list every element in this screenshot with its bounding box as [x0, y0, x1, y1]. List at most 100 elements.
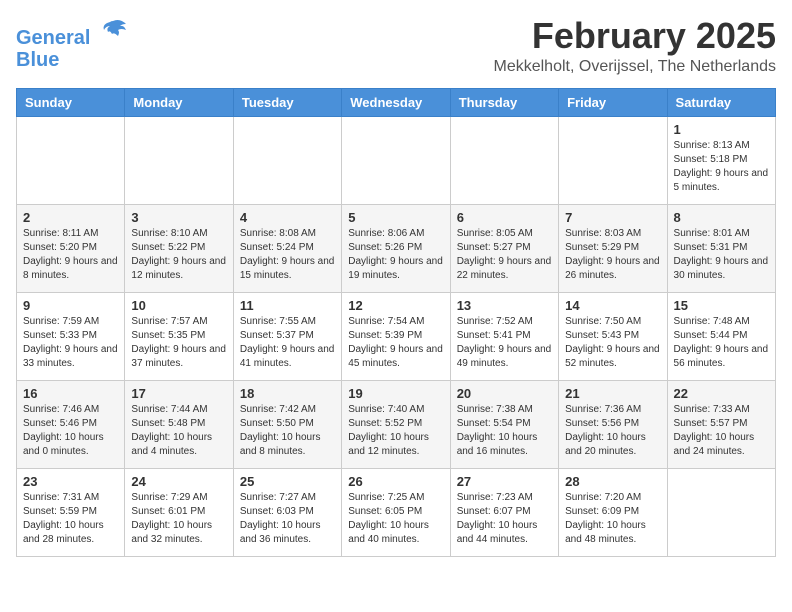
logo: General Blue [16, 16, 128, 71]
calendar-cell: 2Sunrise: 8:11 AM Sunset: 5:20 PM Daylig… [17, 204, 125, 292]
day-detail: Sunrise: 7:50 AM Sunset: 5:43 PM Dayligh… [565, 315, 660, 371]
day-number: 7 [565, 210, 660, 225]
day-number: 24 [131, 474, 226, 489]
day-number: 11 [240, 298, 335, 313]
col-wednesday: Wednesday [342, 88, 450, 116]
day-number: 2 [23, 210, 118, 225]
calendar-cell [559, 116, 667, 204]
day-number: 22 [674, 386, 769, 401]
day-detail: Sunrise: 7:44 AM Sunset: 5:48 PM Dayligh… [131, 403, 226, 459]
day-number: 6 [457, 210, 552, 225]
calendar-cell: 23 Sunrise: 7:31 AM Sunset: 5:59 PM Dayli… [17, 468, 125, 556]
day-detail: Sunrise: 7:42 AM Sunset: 5:50 PM Dayligh… [240, 403, 335, 459]
logo-general: General [16, 27, 90, 49]
day-number: 14 [565, 298, 660, 313]
day-detail: Sunrise: 8:08 AM Sunset: 5:24 PM Dayligh… [240, 227, 335, 283]
day-number: 9 [23, 298, 118, 313]
col-monday: Monday [125, 88, 233, 116]
day-detail: Sunrise: 8:03 AM Sunset: 5:29 PM Dayligh… [565, 227, 660, 283]
day-number: 28 [565, 474, 660, 489]
day-detail: Sunrise: 7:23 AM Sunset: 6:07 PM Dayligh… [457, 491, 552, 547]
calendar-cell: 25Sunrise: 7:27 AM Sunset: 6:03 PM Dayli… [233, 468, 341, 556]
calendar-cell: 1 Sunrise: 8:13 AM Sunset: 5:18 PM Daylig… [667, 116, 775, 204]
day-number: 5 [348, 210, 443, 225]
calendar-cell: 20 Sunrise: 7:38 AM Sunset: 5:54 PM Dayli… [450, 380, 558, 468]
day-number: 23 [23, 474, 118, 489]
calendar-cell: 4Sunrise: 8:08 AM Sunset: 5:24 PM Daylig… [233, 204, 341, 292]
day-detail: Sunrise: 7:31 AM Sunset: 5:59 PM Dayligh… [23, 491, 118, 547]
calendar-cell: 5 Sunrise: 8:06 AM Sunset: 5:26 PM Daylig… [342, 204, 450, 292]
day-number: 27 [457, 474, 552, 489]
calendar-cell [17, 116, 125, 204]
page-header: General Blue February 2025 Mekkelholt, O… [16, 16, 776, 76]
week-row-3: 9 Sunrise: 7:59 AM Sunset: 5:33 PM Daylig… [17, 292, 776, 380]
day-number: 12 [348, 298, 443, 313]
calendar-cell: 11 Sunrise: 7:55 AM Sunset: 5:37 PM Dayli… [233, 292, 341, 380]
calendar-cell: 14 Sunrise: 7:50 AM Sunset: 5:43 PM Dayli… [559, 292, 667, 380]
day-detail: Sunrise: 7:29 AM Sunset: 6:01 PM Dayligh… [131, 491, 226, 547]
week-row-2: 2Sunrise: 8:11 AM Sunset: 5:20 PM Daylig… [17, 204, 776, 292]
calendar-cell [667, 468, 775, 556]
calendar-cell: 15Sunrise: 7:48 AM Sunset: 5:44 PM Dayli… [667, 292, 775, 380]
day-number: 21 [565, 386, 660, 401]
calendar-cell: 19 Sunrise: 7:40 AM Sunset: 5:52 PM Dayli… [342, 380, 450, 468]
day-detail: Sunrise: 7:27 AM Sunset: 6:03 PM Dayligh… [240, 491, 335, 547]
week-row-5: 23 Sunrise: 7:31 AM Sunset: 5:59 PM Dayli… [17, 468, 776, 556]
col-friday: Friday [559, 88, 667, 116]
col-sunday: Sunday [17, 88, 125, 116]
calendar-cell [125, 116, 233, 204]
day-detail: Sunrise: 7:36 AM Sunset: 5:56 PM Dayligh… [565, 403, 660, 459]
calendar-cell: 21 Sunrise: 7:36 AM Sunset: 5:56 PM Dayli… [559, 380, 667, 468]
calendar-cell [342, 116, 450, 204]
day-detail: Sunrise: 7:48 AM Sunset: 5:44 PM Dayligh… [674, 315, 769, 371]
logo-blue: Blue [16, 49, 59, 71]
location: Mekkelholt, Overijssel, The Netherlands [494, 58, 777, 76]
calendar-cell: 12 Sunrise: 7:54 AM Sunset: 5:39 PM Dayli… [342, 292, 450, 380]
day-detail: Sunrise: 7:46 AM Sunset: 5:46 PM Dayligh… [23, 403, 118, 459]
day-detail: Sunrise: 8:06 AM Sunset: 5:26 PM Dayligh… [348, 227, 443, 283]
calendar-cell: 28 Sunrise: 7:20 AM Sunset: 6:09 PM Dayli… [559, 468, 667, 556]
day-detail: Sunrise: 8:13 AM Sunset: 5:18 PM Dayligh… [674, 139, 769, 195]
day-number: 3 [131, 210, 226, 225]
calendar-cell: 6Sunrise: 8:05 AM Sunset: 5:27 PM Daylig… [450, 204, 558, 292]
day-detail: Sunrise: 8:01 AM Sunset: 5:31 PM Dayligh… [674, 227, 769, 283]
day-number: 16 [23, 386, 118, 401]
calendar-cell: 13Sunrise: 7:52 AM Sunset: 5:41 PM Dayli… [450, 292, 558, 380]
col-saturday: Saturday [667, 88, 775, 116]
day-detail: Sunrise: 7:55 AM Sunset: 5:37 PM Dayligh… [240, 315, 335, 371]
calendar-cell: 17 Sunrise: 7:44 AM Sunset: 5:48 PM Dayli… [125, 380, 233, 468]
logo-bird-icon [98, 16, 128, 44]
day-number: 10 [131, 298, 226, 313]
calendar-cell: 22 Sunrise: 7:33 AM Sunset: 5:57 PM Dayli… [667, 380, 775, 468]
calendar-cell: 18 Sunrise: 7:42 AM Sunset: 5:50 PM Dayli… [233, 380, 341, 468]
week-row-4: 16 Sunrise: 7:46 AM Sunset: 5:46 PM Dayli… [17, 380, 776, 468]
calendar-header-row: Sunday Monday Tuesday Wednesday Thursday… [17, 88, 776, 116]
day-detail: Sunrise: 7:33 AM Sunset: 5:57 PM Dayligh… [674, 403, 769, 459]
calendar-cell: 27 Sunrise: 7:23 AM Sunset: 6:07 PM Dayli… [450, 468, 558, 556]
day-number: 17 [131, 386, 226, 401]
day-detail: Sunrise: 7:52 AM Sunset: 5:41 PM Dayligh… [457, 315, 552, 371]
day-number: 18 [240, 386, 335, 401]
calendar-cell: 7 Sunrise: 8:03 AM Sunset: 5:29 PM Daylig… [559, 204, 667, 292]
day-number: 19 [348, 386, 443, 401]
col-tuesday: Tuesday [233, 88, 341, 116]
month-title: February 2025 [494, 16, 777, 56]
day-detail: Sunrise: 7:20 AM Sunset: 6:09 PM Dayligh… [565, 491, 660, 547]
logo-text: General Blue [16, 16, 128, 71]
calendar-cell: 16 Sunrise: 7:46 AM Sunset: 5:46 PM Dayli… [17, 380, 125, 468]
calendar-cell: 26 Sunrise: 7:25 AM Sunset: 6:05 PM Dayli… [342, 468, 450, 556]
day-detail: Sunrise: 7:57 AM Sunset: 5:35 PM Dayligh… [131, 315, 226, 371]
day-detail: Sunrise: 7:38 AM Sunset: 5:54 PM Dayligh… [457, 403, 552, 459]
day-detail: Sunrise: 7:40 AM Sunset: 5:52 PM Dayligh… [348, 403, 443, 459]
day-number: 1 [674, 122, 769, 137]
day-detail: Sunrise: 7:25 AM Sunset: 6:05 PM Dayligh… [348, 491, 443, 547]
calendar-cell: 10 Sunrise: 7:57 AM Sunset: 5:35 PM Dayli… [125, 292, 233, 380]
calendar-cell [233, 116, 341, 204]
day-detail: Sunrise: 7:59 AM Sunset: 5:33 PM Dayligh… [23, 315, 118, 371]
day-number: 26 [348, 474, 443, 489]
title-block: February 2025 Mekkelholt, Overijssel, Th… [494, 16, 777, 76]
day-detail: Sunrise: 7:54 AM Sunset: 5:39 PM Dayligh… [348, 315, 443, 371]
day-detail: Sunrise: 8:10 AM Sunset: 5:22 PM Dayligh… [131, 227, 226, 283]
calendar-table: Sunday Monday Tuesday Wednesday Thursday… [16, 88, 776, 557]
day-number: 20 [457, 386, 552, 401]
